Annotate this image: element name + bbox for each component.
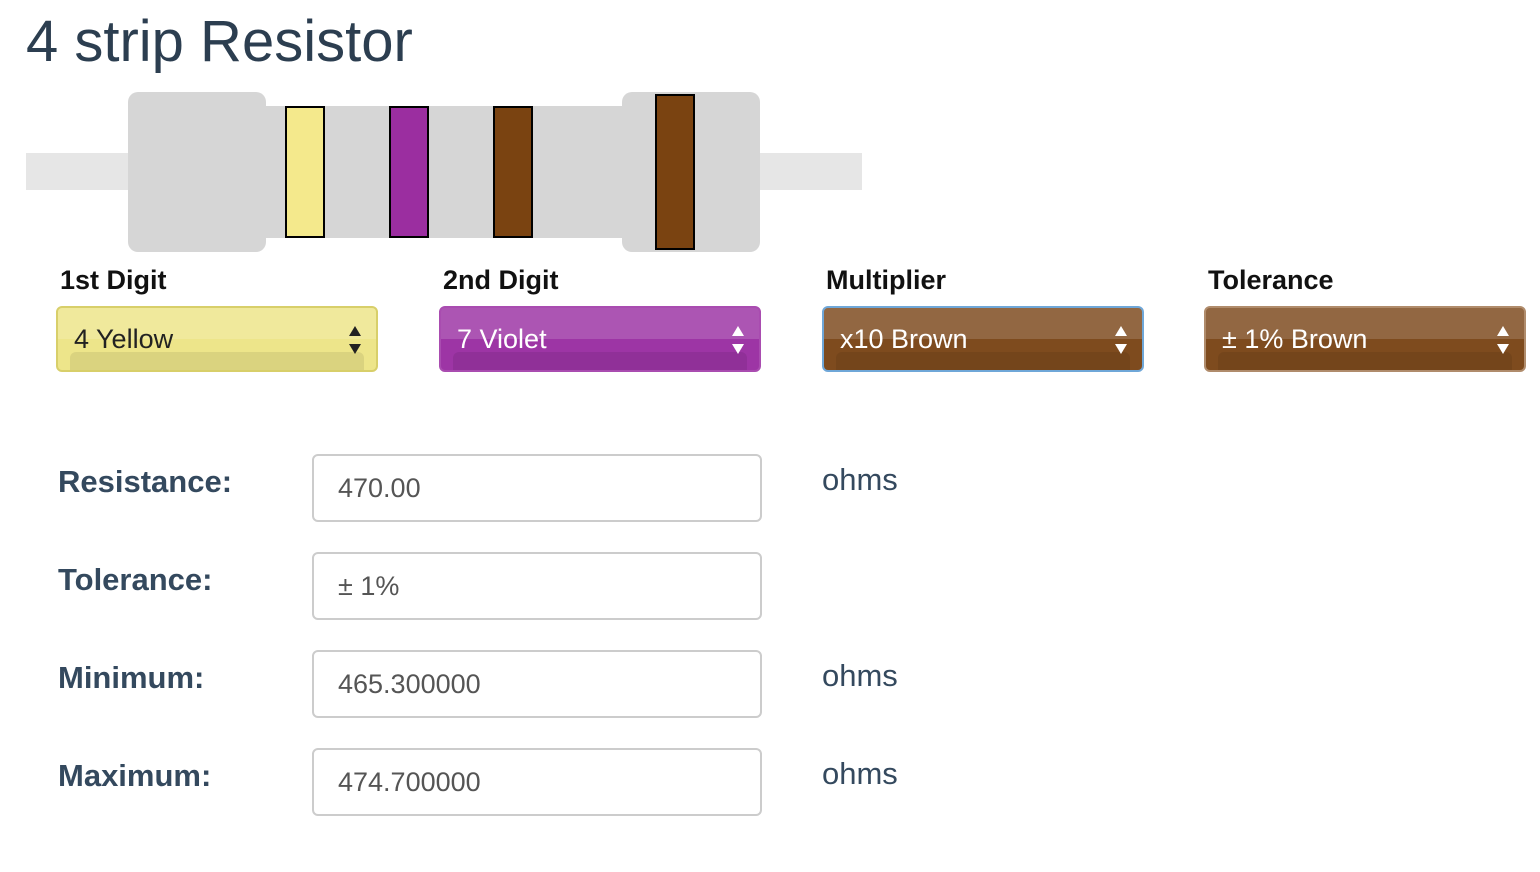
second-digit-label: 2nd Digit	[443, 265, 559, 295]
maximum-field[interactable]	[312, 748, 762, 816]
minimum-label: Minimum:	[58, 660, 205, 695]
first-digit-value: 4 Yellow	[74, 324, 174, 354]
maximum-label: Maximum:	[58, 758, 212, 793]
tolerance-value: ± 1% Brown	[1222, 324, 1368, 354]
select-arrows-icon	[1114, 326, 1128, 354]
tolerance-field[interactable]	[312, 552, 762, 620]
tolerance-select[interactable]: ± 1% Brown	[1204, 306, 1526, 372]
page-title: 4 strip Resistor	[26, 9, 413, 74]
select-arrows-icon	[348, 326, 362, 354]
resistor-end-cap-left	[128, 92, 266, 252]
band-multiplier	[493, 106, 533, 238]
band-2nd-digit	[389, 106, 429, 238]
tolerance-group: Tolerance ± 1% Brown	[1204, 262, 1526, 372]
multiplier-group: Multiplier x10 Brown	[822, 262, 1144, 372]
tolerance-result-label: Tolerance:	[58, 562, 213, 597]
multiplier-select[interactable]: x10 Brown	[822, 306, 1144, 372]
first-digit-group: 1st Digit 4 Yellow	[56, 262, 378, 372]
multiplier-label: Multiplier	[826, 265, 946, 295]
maximum-unit: ohms	[822, 756, 898, 791]
resistance-unit: ohms	[822, 462, 898, 497]
multiplier-value: x10 Brown	[840, 324, 968, 354]
resistance-field[interactable]	[312, 454, 762, 522]
first-digit-select[interactable]: 4 Yellow	[56, 306, 378, 372]
second-digit-select[interactable]: 7 Violet	[439, 306, 761, 372]
minimum-unit: ohms	[822, 658, 898, 693]
select-arrows-icon	[731, 326, 745, 354]
select-arrows-icon	[1496, 326, 1510, 354]
resistance-label: Resistance:	[58, 464, 233, 499]
minimum-field[interactable]	[312, 650, 762, 718]
band-1st-digit	[285, 106, 325, 238]
first-digit-label: 1st Digit	[60, 265, 167, 295]
band-tolerance	[655, 94, 695, 250]
second-digit-group: 2nd Digit 7 Violet	[439, 262, 761, 372]
tolerance-label: Tolerance	[1208, 265, 1334, 295]
second-digit-value: 7 Violet	[457, 324, 547, 354]
resistor-diagram	[26, 92, 862, 252]
